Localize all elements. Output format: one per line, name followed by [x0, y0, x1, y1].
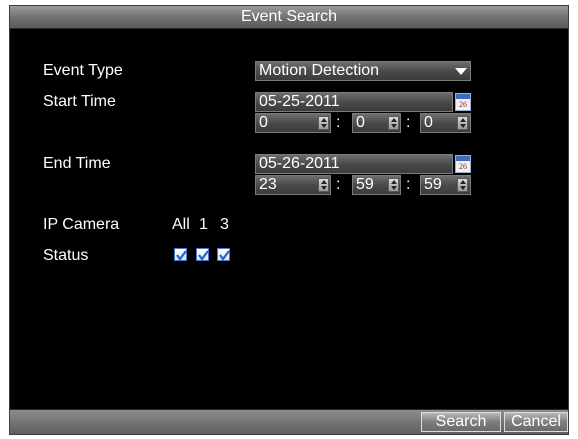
chevron-down-icon[interactable] [455, 68, 467, 75]
end-second-value: 59 [424, 176, 442, 193]
event-type-select[interactable]: Motion Detection [255, 61, 471, 81]
checkbox-icon [198, 250, 209, 261]
start-time-label: Start Time [43, 93, 116, 110]
calendar-icon[interactable]: 26 [455, 93, 471, 111]
spinner-icon[interactable] [388, 178, 399, 192]
end-hour-value: 23 [259, 176, 277, 193]
status-checkbox-all[interactable] [174, 248, 187, 261]
spinner-icon[interactable] [318, 116, 329, 130]
status-label: Status [43, 247, 89, 264]
camera-option-1[interactable]: 1 [199, 215, 208, 235]
end-minute-value: 59 [356, 176, 374, 193]
button-bar: Search Cancel [10, 409, 568, 434]
checkbox-icon [176, 250, 187, 261]
time-separator: : [336, 114, 341, 131]
spinner-icon[interactable] [457, 178, 468, 192]
time-separator: : [336, 176, 341, 193]
spinner-icon[interactable] [457, 116, 468, 130]
status-checkbox-3[interactable] [217, 248, 230, 261]
spinner-icon[interactable] [388, 116, 399, 130]
start-date-field[interactable]: 05-25-2011 [255, 92, 453, 112]
status-checkbox-1[interactable] [196, 248, 209, 261]
event-type-value: Motion Detection [259, 62, 380, 79]
camera-option-all[interactable]: All [172, 215, 190, 235]
event-search-dialog: Event Search Event Type Motion Detection… [9, 5, 569, 435]
camera-option-3[interactable]: 3 [220, 215, 229, 235]
time-separator: : [406, 176, 411, 193]
start-second-value: 0 [424, 114, 433, 131]
time-separator: : [406, 114, 411, 131]
calendar-icon[interactable]: 26 [455, 155, 471, 173]
cancel-button[interactable]: Cancel [504, 412, 568, 432]
checkbox-icon [219, 250, 230, 261]
start-minute-value: 0 [356, 114, 365, 131]
ip-camera-label: IP Camera [43, 216, 120, 233]
end-time-label: End Time [43, 155, 111, 172]
spinner-icon[interactable] [318, 178, 329, 192]
event-type-label: Event Type [43, 62, 123, 79]
start-hour-value: 0 [259, 114, 268, 131]
calendar-icon-day: 26 [459, 100, 467, 109]
dialog-title: Event Search [10, 6, 568, 29]
calendar-icon-day: 26 [459, 162, 467, 171]
end-date-field[interactable]: 05-26-2011 [255, 154, 453, 174]
search-button[interactable]: Search [421, 412, 501, 432]
